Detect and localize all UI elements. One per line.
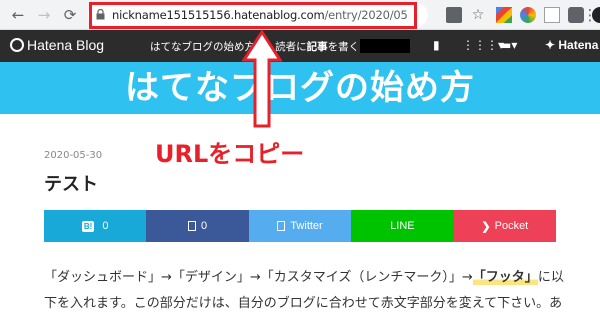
- facebook-share-button[interactable]: 0: [146, 210, 249, 242]
- reload-icon[interactable]: ⟳: [60, 5, 80, 25]
- hatena-logo-icon: [10, 38, 24, 52]
- annotation-text: URLをコピー: [155, 140, 305, 168]
- twitter-label: Twitter: [290, 220, 323, 232]
- hatena-header: Hatena Blog はてなブログの始め方 ▾ ✎ 読者に記事を書く ▮ ⋮⋮…: [0, 30, 600, 62]
- blog-title[interactable]: はてなブログの始め方: [0, 62, 600, 114]
- hatena-bookmark-badge: B!: [81, 220, 95, 232]
- blog-banner: はてなブログの始め方: [0, 62, 600, 114]
- body-part-5: 部分を変えて下さい。あ: [419, 296, 563, 311]
- back-arrow-icon[interactable]: ←: [8, 5, 28, 25]
- entry-body: 「ダッシュボード」→「デザイン」→「カスタマイズ（レンチマーク）」→「フッタ」に…: [44, 265, 564, 317]
- browser-toolbar: ← → ⟳ nickname151515156.hatenablog.com/e…: [0, 0, 600, 30]
- pocket-chevron-icon: ❯: [481, 220, 491, 233]
- entry-date[interactable]: 2020-05-30: [44, 150, 102, 161]
- annotation-arrow-icon: [241, 30, 283, 128]
- facebook-icon: [188, 221, 197, 231]
- pocket-share-button[interactable]: ❯ Pocket: [453, 210, 557, 242]
- line-share-button[interactable]: LINE: [351, 210, 454, 242]
- facebook-count: 0: [201, 220, 208, 232]
- twitter-share-button[interactable]: Twitter: [248, 210, 352, 242]
- line-label: LINE: [390, 220, 415, 232]
- extension-grid-icon[interactable]: [544, 7, 560, 23]
- notification-icon[interactable]: ▬▾: [500, 38, 517, 52]
- hatena-brand-text: Hatena: [558, 38, 599, 52]
- body-part-1: 「ダッシュボード」→「デザイン」→「カスタマイズ（レンチマーク）」→: [44, 270, 473, 285]
- redacted-username: [360, 39, 410, 53]
- bookmark-icon[interactable]: ▮: [433, 38, 440, 52]
- pocket-label: Pocket: [494, 220, 529, 232]
- hatena-blog-logo-text: Hatena Blog: [27, 37, 105, 53]
- share-buttons: B! 0 0 Twitter LINE ❯ Pocket: [44, 210, 557, 242]
- body-footer-highlight: 「フッタ」: [472, 270, 538, 285]
- hatena-blog-logo[interactable]: Hatena Blog: [10, 37, 104, 53]
- forward-arrow-icon[interactable]: →: [34, 5, 54, 25]
- twitter-icon: [277, 221, 286, 231]
- write-suffix: を書く: [327, 41, 360, 53]
- body-red-text: 赤文字: [380, 296, 420, 311]
- translate-icon[interactable]: [446, 7, 462, 23]
- extension-color-icon[interactable]: [496, 7, 512, 23]
- hatena-brand[interactable]: ✦ Hatena: [545, 38, 598, 52]
- hatena-bookmark-button[interactable]: B! 0: [44, 210, 147, 242]
- hatena-bookmark-count: 0: [102, 220, 109, 232]
- write-bold: 記事: [306, 41, 328, 53]
- apps-grid-icon[interactable]: ⋮⋮⋮▾: [462, 38, 504, 52]
- entry-title[interactable]: テスト: [44, 170, 98, 196]
- menu-dots-icon[interactable]: ⋮: [580, 5, 600, 25]
- extension-wheel-icon[interactable]: [520, 7, 536, 23]
- star-icon[interactable]: ☆: [470, 7, 486, 23]
- url-highlight-box: [89, 2, 417, 29]
